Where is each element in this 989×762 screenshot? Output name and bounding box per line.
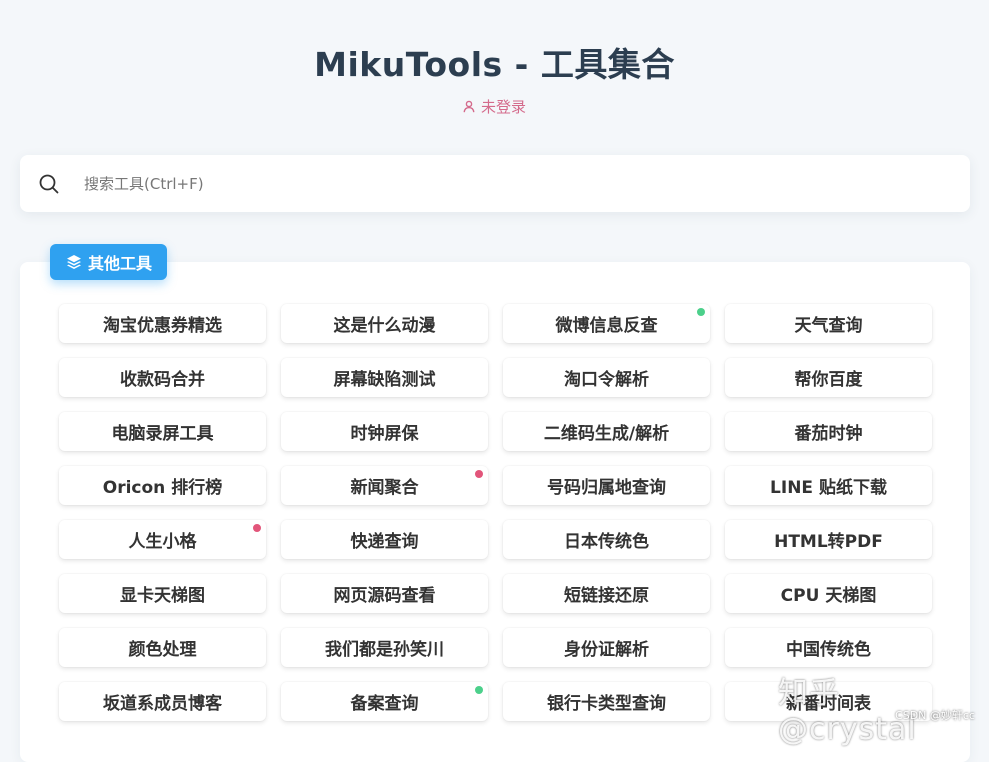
tool-button-label: 时钟屏保 xyxy=(350,424,419,444)
tool-button[interactable]: 这是什么动漫 xyxy=(281,304,488,343)
tool-button-label: 新闻聚合 xyxy=(350,478,419,498)
tool-button-label: 淘宝优惠券精选 xyxy=(103,316,222,336)
csdn-watermark: CSDN @妙轩cc xyxy=(895,709,975,722)
tool-button-label: 身份证解析 xyxy=(564,640,649,660)
layers-icon xyxy=(66,254,82,270)
category-label: 其他工具 xyxy=(88,254,153,273)
tool-button[interactable]: 显卡天梯图 xyxy=(59,574,266,613)
tool-button[interactable]: HTML转PDF xyxy=(725,520,932,559)
tool-button-label: 屏幕缺陷测试 xyxy=(333,370,436,390)
tool-button[interactable]: 备案查询 xyxy=(281,682,488,721)
tool-button[interactable]: 帮你百度 xyxy=(725,358,932,397)
tool-button[interactable]: 二维码生成/解析 xyxy=(503,412,710,451)
tool-button-label: 银行卡类型查询 xyxy=(547,694,666,714)
status-dot xyxy=(253,524,261,532)
tool-button[interactable]: 电脑录屏工具 xyxy=(59,412,266,451)
tool-button[interactable]: 号码归属地查询 xyxy=(503,466,710,505)
tool-button[interactable]: 颜色处理 xyxy=(59,628,266,667)
tool-button-label: 显卡天梯图 xyxy=(120,586,205,606)
tool-button-label: 二维码生成/解析 xyxy=(543,424,670,444)
tool-button[interactable]: 短链接还原 xyxy=(503,574,710,613)
category-tab-other-tools[interactable]: 其他工具 xyxy=(50,244,168,280)
status-dot xyxy=(475,686,483,694)
tool-grid: 淘宝优惠券精选 这是什么动漫 微博信息反查 天气查询收款码合并 屏幕缺陷测试 淘口令解析 帮… xyxy=(59,304,932,721)
page-title: MikuTools - 工具集合 xyxy=(314,45,675,84)
tool-button-label: 收款码合并 xyxy=(120,370,205,390)
tool-button-label: 微博信息反查 xyxy=(555,316,658,336)
status-dot xyxy=(475,470,483,478)
tool-button[interactable]: 淘口令解析 xyxy=(503,358,710,397)
search-input[interactable] xyxy=(82,173,886,194)
tool-button[interactable]: Oricon 排行榜 xyxy=(59,466,266,505)
tool-button-label: 号码归属地查询 xyxy=(547,478,666,498)
tool-button-label: 帮你百度 xyxy=(794,370,863,390)
tool-button-label: HTML转PDF xyxy=(774,532,883,552)
tool-button-label: 这是什么动漫 xyxy=(333,316,436,336)
tool-button-label: LINE 贴纸下载 xyxy=(770,478,887,498)
tool-button[interactable]: CPU 天梯图 xyxy=(725,574,932,613)
tool-button[interactable]: 我们都是孙笑川 xyxy=(281,628,488,667)
tool-button[interactable]: 身份证解析 xyxy=(503,628,710,667)
user-icon xyxy=(463,100,475,113)
tool-button[interactable]: 日本传统色 xyxy=(503,520,710,559)
tool-button[interactable]: 银行卡类型查询 xyxy=(503,682,710,721)
tool-button-label: Oricon 排行榜 xyxy=(102,478,223,498)
tool-button-label: 快递查询 xyxy=(350,532,419,552)
tool-button[interactable]: 屏幕缺陷测试 xyxy=(281,358,488,397)
tool-button-label: 颜色处理 xyxy=(128,640,197,660)
status-dot xyxy=(697,308,705,316)
tool-button-label: CPU 天梯图 xyxy=(780,586,877,606)
tool-button-label: 人生小格 xyxy=(128,532,197,552)
tool-button[interactable]: 中国传统色 xyxy=(725,628,932,667)
tool-button[interactable]: 收款码合并 xyxy=(59,358,266,397)
tool-button-label: 短链接还原 xyxy=(564,586,649,606)
search-bar[interactable] xyxy=(20,155,970,212)
tool-button-label: 网页源码查看 xyxy=(333,586,436,606)
tool-button-label: 中国传统色 xyxy=(786,640,871,660)
tool-button[interactable]: LINE 贴纸下载 xyxy=(725,466,932,505)
tool-button[interactable]: 坂道系成员博客 xyxy=(59,682,266,721)
tool-button[interactable]: 网页源码查看 xyxy=(281,574,488,613)
login-status-label: 未登录 xyxy=(480,98,526,116)
tool-button[interactable]: 淘宝优惠券精选 xyxy=(59,304,266,343)
tool-button[interactable]: 番茄时钟 xyxy=(725,412,932,451)
tool-button-label: 番茄时钟 xyxy=(794,424,863,444)
search-icon xyxy=(20,172,61,196)
tool-button-label: 天气查询 xyxy=(794,316,863,336)
tool-button-label: 我们都是孙笑川 xyxy=(325,640,444,660)
tool-button-label: 日本传统色 xyxy=(564,532,649,552)
tool-button[interactable]: 天气查询 xyxy=(725,304,932,343)
tool-button[interactable]: 快递查询 xyxy=(281,520,488,559)
tool-button[interactable]: 新闻聚合 xyxy=(281,466,488,505)
tool-button[interactable]: 微博信息反查 xyxy=(503,304,710,343)
tool-button-label: 电脑录屏工具 xyxy=(111,424,214,444)
tool-button-label: 备案查询 xyxy=(350,694,419,714)
login-status[interactable]: 未登录 xyxy=(0,96,989,117)
tool-button-label: 淘口令解析 xyxy=(564,370,649,390)
tool-button-label: 坂道系成员博客 xyxy=(103,694,222,714)
tool-button[interactable]: 人生小格 xyxy=(59,520,266,559)
tool-button[interactable]: 时钟屏保 xyxy=(281,412,488,451)
